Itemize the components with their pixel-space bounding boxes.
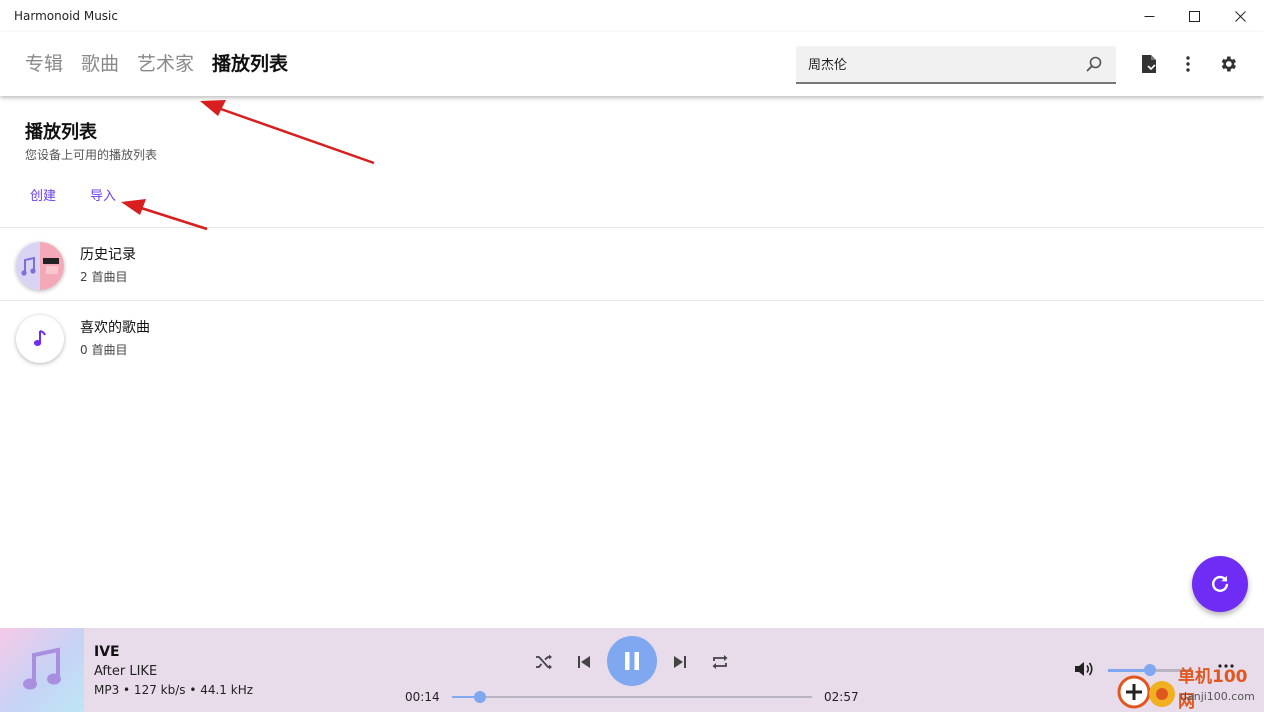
track-title: IVE [94,644,120,660]
playlist-item-history[interactable]: 历史记录 2 首曲目 [0,228,1264,300]
tab-tracks[interactable]: 歌曲 [81,51,119,77]
gear-icon [1221,56,1236,72]
file-info-button[interactable] [1137,52,1161,76]
shuffle-icon [536,654,552,670]
close-button[interactable] [1217,0,1263,32]
next-track-button[interactable] [668,650,692,674]
maximize-icon [1188,10,1200,22]
search-icon[interactable] [1086,56,1102,72]
watermark-text: 单机100网 [1178,667,1248,712]
playlist-thumbnail [16,315,64,363]
playlist-track-count: 2 首曲目 [80,270,128,284]
app-header: 专辑 歌曲 艺术家 播放列表 [0,32,1264,96]
play-pause-button[interactable] [607,636,657,686]
shuffle-button[interactable] [532,650,556,674]
section-title: 播放列表 [25,122,97,143]
playlist-item-liked-songs[interactable]: 喜欢的歌曲 0 首曲目 [0,301,1264,373]
repeat-button[interactable] [708,650,732,674]
refresh-button[interactable] [1192,556,1248,612]
playlist-track-count: 0 首曲目 [80,343,128,357]
title-bar: Harmonoid Music [0,0,1264,32]
refresh-icon [1212,575,1229,592]
site-watermark: 单机100网 danji100.com [1114,646,1264,712]
maximize-button[interactable] [1171,0,1217,32]
skip-next-icon [674,656,686,668]
tab-artists[interactable]: 艺术家 [137,51,194,77]
section-subtitle: 您设备上可用的播放列表 [25,148,158,162]
skip-previous-icon [578,656,590,668]
playlist-thumbnail [16,242,64,290]
music-note-icon [23,647,61,690]
tab-bar: 专辑 歌曲 艺术家 播放列表 [25,51,306,77]
track-subtitle: After LIKE [94,664,158,679]
app-title: Harmonoid Music [14,9,118,23]
close-icon [1234,10,1246,22]
more-options-button[interactable] [1176,52,1200,76]
pause-icon [625,652,639,670]
album-art[interactable] [0,628,84,712]
more-vertical-icon [1186,56,1190,72]
search-input[interactable] [808,56,1068,71]
seek-bar-thumb[interactable] [474,691,487,703]
search-box[interactable] [796,46,1116,84]
now-playing-bar: IVE After LIKE MP3 • 127 kb/s • 44.1 kHz [0,628,1264,712]
volume-icon[interactable] [1074,660,1094,678]
playlist-name: 喜欢的歌曲 [80,320,150,336]
playlist-name: 历史记录 [80,247,136,263]
create-playlist-button[interactable]: 创建 [30,185,56,204]
elapsed-time: 00:14 [405,690,440,704]
tab-albums[interactable]: 专辑 [25,51,63,77]
annotation-arrow [200,100,375,165]
annotation-arrow [121,199,208,231]
music-note-icon [33,330,46,346]
watermark-url: danji100.com [1180,690,1255,703]
settings-button[interactable] [1216,52,1240,76]
minimize-icon [1144,15,1154,17]
tab-playlists[interactable]: 播放列表 [212,51,288,77]
import-playlist-button[interactable]: 导入 [90,185,116,204]
history-cover-icon [16,242,64,290]
repeat-icon [712,655,728,669]
seek-bar[interactable] [452,691,812,703]
total-duration: 02:57 [824,690,859,704]
track-format-info: MP3 • 127 kb/s • 44.1 kHz [94,683,254,697]
previous-track-button[interactable] [572,650,596,674]
minimize-button[interactable] [1126,0,1172,32]
file-info-icon [1142,55,1156,73]
watermark-logo [1117,675,1175,709]
